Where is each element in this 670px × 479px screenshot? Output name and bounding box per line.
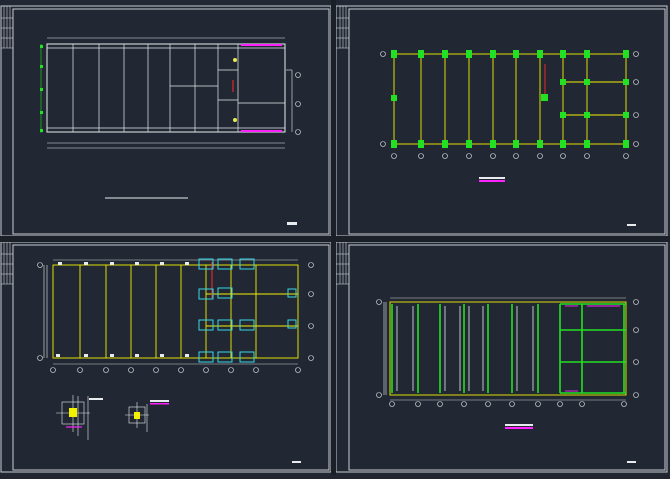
sheet-border [0,5,332,237]
foundation-plan [37,258,314,373]
sheet-inner-frame [348,244,666,471]
sheet-number-mark [292,461,301,463]
sheet-inner-frame [12,244,330,471]
sheet-border [335,241,668,473]
sheet-gap-horizontal [0,236,670,242]
title-underline [505,424,533,426]
title-strip [336,242,349,285]
title-strip [1,242,13,285]
title-strip [336,6,349,49]
sheet-bottom-right[interactable] [335,241,668,473]
beam-layout-plan [376,297,639,463]
floor-plan-outline [40,37,301,225]
sheet-top-left[interactable] [0,5,332,237]
sheet-inner-frame [348,8,666,235]
cad-model-space[interactable] [0,0,670,475]
sheet-number-mark [627,461,636,463]
sheet-bottom-left[interactable] [0,241,332,473]
column-layout-plan [380,50,639,226]
title-underline [150,400,169,402]
sheet-border [0,241,332,473]
drawing-canvas[interactable] [0,0,670,475]
foundation-details [56,395,301,463]
title-underline [479,177,505,179]
sheet-top-right[interactable] [335,5,668,237]
title-strip [1,6,13,49]
sheet-number-mark [627,224,636,226]
sheet-border [335,5,668,237]
sheet-inner-frame [12,8,330,235]
sheet-number-mark [287,222,297,225]
